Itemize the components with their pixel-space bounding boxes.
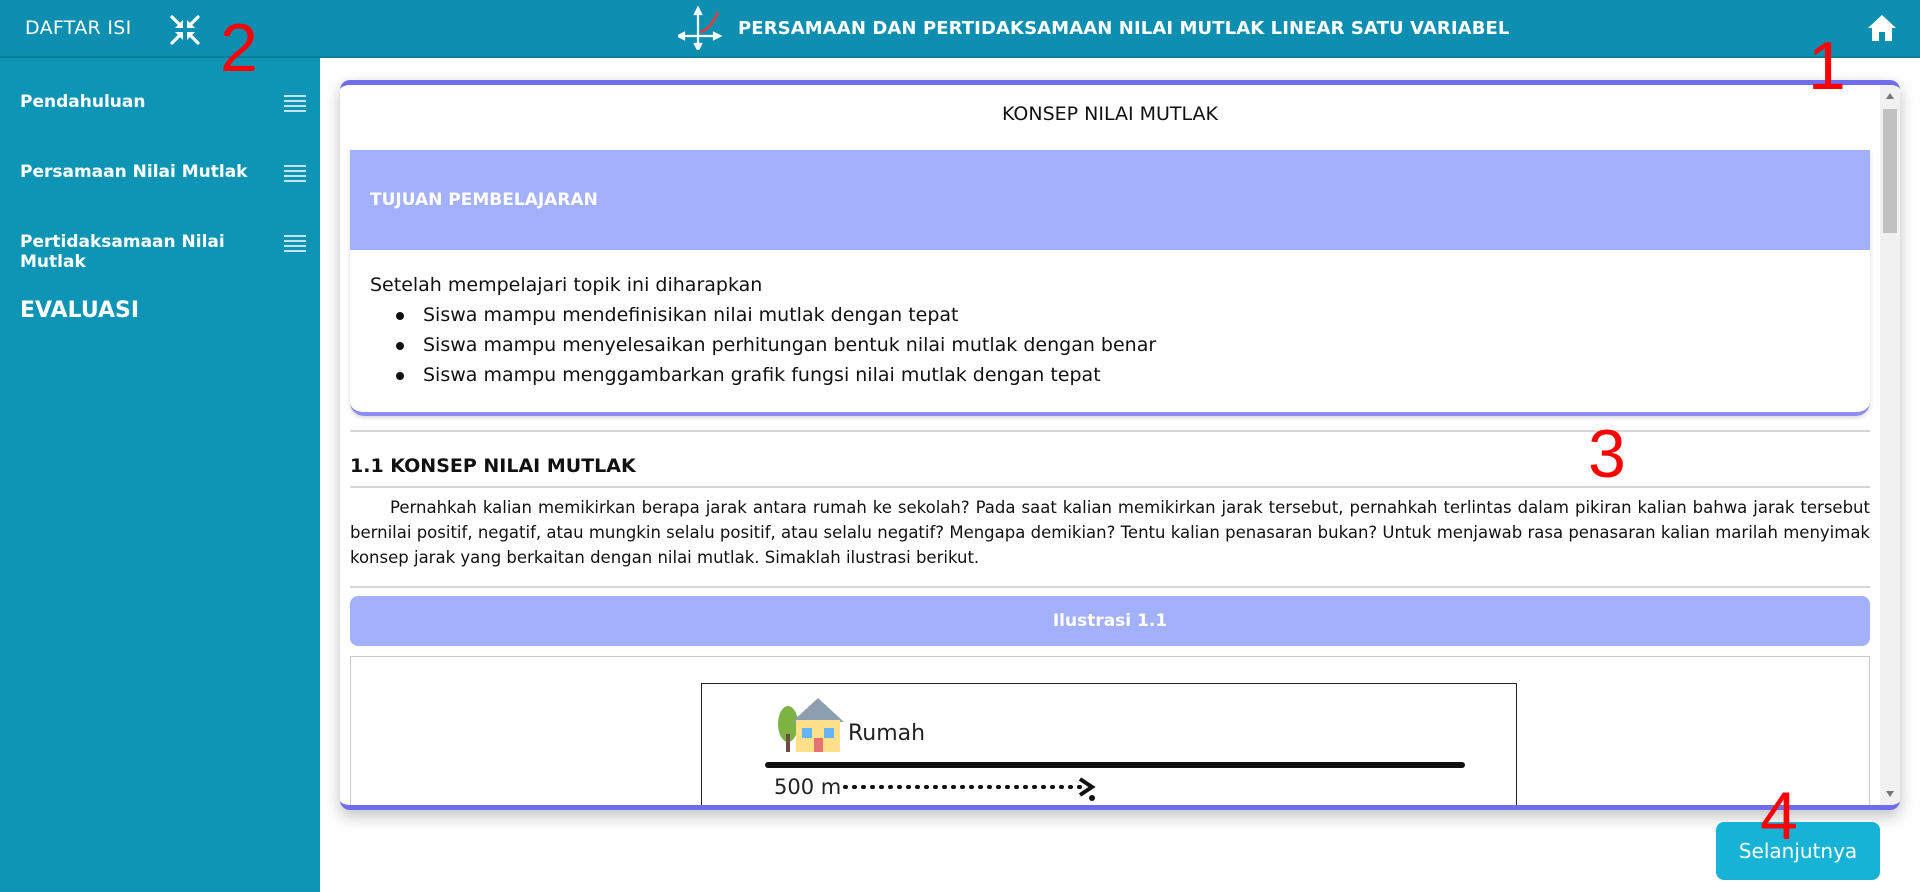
menu-lines-icon[interactable] xyxy=(284,164,306,182)
sidebar-item-persamaan[interactable]: Persamaan Nilai Mutlak xyxy=(20,158,306,188)
toc-title: DAFTAR ISI xyxy=(25,17,132,39)
collapse-arrows-icon[interactable] xyxy=(168,13,202,47)
vertical-scrollbar[interactable] xyxy=(1880,85,1900,805)
scrollbar-thumb[interactable] xyxy=(1883,109,1897,233)
divider xyxy=(350,586,1870,588)
section-paragraph: Pernahkah kalian memikirkan berapa jarak… xyxy=(350,495,1870,570)
learning-goals-title: TUJUAN PEMBELAJARAN xyxy=(370,190,598,210)
sidebar-item-evaluasi[interactable]: EVALUASI xyxy=(20,298,139,323)
annotation-marker-4: 4 xyxy=(1760,778,1798,854)
illustration-frame: Rumah 500 m xyxy=(350,656,1870,805)
list-item: Siswa mampu menggambarkan grafik fungsi … xyxy=(395,364,1156,394)
annotation-marker-3: 3 xyxy=(1588,416,1626,492)
learning-goals-header: TUJUAN PEMBELAJARAN xyxy=(350,150,1870,250)
scroll-down-icon[interactable] xyxy=(1886,791,1894,797)
content-card: KONSEP NILAI MUTLAK TUJUAN PEMBELAJARAN … xyxy=(340,80,1900,810)
scroll-up-icon[interactable] xyxy=(1886,93,1894,99)
menu-lines-icon[interactable] xyxy=(284,234,306,252)
app-title: PERSAMAAN DAN PERTIDAKSAMAAN NILAI MUTLA… xyxy=(738,18,1510,39)
sidebar-item-label: Persamaan Nilai Mutlak xyxy=(20,162,248,182)
list-item: Siswa mampu menyelesaikan perhitungan be… xyxy=(395,334,1156,364)
axis-graph-logo-icon xyxy=(675,5,723,53)
annotation-marker-2: 2 xyxy=(220,10,258,86)
learning-goals-box: TUJUAN PEMBELAJARAN Setelah mempelajari … xyxy=(350,150,1870,416)
home-icon[interactable] xyxy=(1866,12,1898,44)
sidebar-toc: Pendahuluan Persamaan Nilai Mutlak Perti… xyxy=(0,58,320,892)
content-scroll-area[interactable]: KONSEP NILAI MUTLAK TUJUAN PEMBELAJARAN … xyxy=(340,85,1880,805)
illustration-image: Rumah 500 m xyxy=(701,683,1517,805)
sidebar-item-pendahuluan[interactable]: Pendahuluan xyxy=(20,88,306,118)
divider xyxy=(350,486,1870,488)
divider xyxy=(350,430,1870,432)
list-item: Siswa mampu mendefinisikan nilai mutlak … xyxy=(395,304,1156,334)
top-header-bar: DAFTAR ISI PERSAMAAN DAN PERTIDAKSAMAAN … xyxy=(0,0,1920,58)
learning-goals-list: Siswa mampu mendefinisikan nilai mutlak … xyxy=(395,304,1156,394)
section-title: 1.1 KONSEP NILAI MUTLAK xyxy=(350,455,636,477)
annotation-marker-1: 1 xyxy=(1808,28,1846,104)
main-content: KONSEP NILAI MUTLAK TUJUAN PEMBELAJARAN … xyxy=(320,58,1920,892)
menu-lines-icon[interactable] xyxy=(284,94,306,112)
distance-illustration: Rumah 500 m xyxy=(765,698,1465,801)
next-button[interactable]: Selanjutnya xyxy=(1716,822,1880,880)
distance-label: 500 m xyxy=(774,775,841,799)
section-paragraph-text: Pernahkah kalian memikirkan berapa jarak… xyxy=(350,498,1870,567)
learning-goals-intro: Setelah mempelajari topik ini diharapkan xyxy=(370,274,763,296)
sidebar-item-label: Pendahuluan xyxy=(20,92,146,112)
house-label: Rumah xyxy=(848,721,925,746)
page-title: KONSEP NILAI MUTLAK xyxy=(1001,103,1218,125)
sidebar-item-label: Pertidaksamaan Nilai Mutlak xyxy=(20,232,225,272)
illustration-title-bar: Ilustrasi 1.1 xyxy=(350,596,1870,646)
sidebar-item-pertidaksamaan[interactable]: Pertidaksamaan Nilai Mutlak xyxy=(20,228,306,272)
